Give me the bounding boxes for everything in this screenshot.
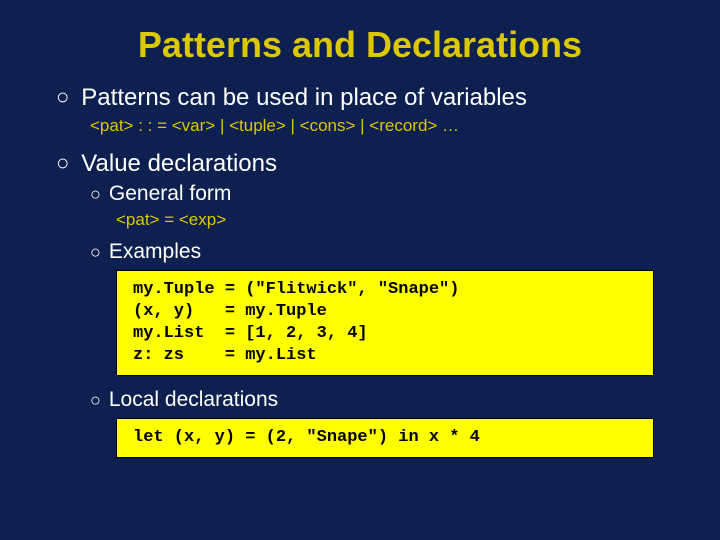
subbullet-general-form: ○ General form: [90, 182, 664, 206]
subbullet-text: General form: [109, 182, 232, 206]
code-local-decl-block: let (x, y) = (2, "Snape") in x * 4: [116, 418, 654, 458]
bullet-text: Value declarations: [81, 150, 277, 178]
slide-container: Patterns and Declarations ○ Patterns can…: [0, 0, 720, 494]
subbullet-text: Local declarations: [109, 388, 278, 412]
pattern-grammar-line: <pat> : : = <var> | <tuple> | <cons> | <…: [90, 116, 664, 136]
subbullet-local-declarations: ○ Local declarations: [90, 388, 664, 412]
bullet-marker-icon: ○: [90, 240, 101, 264]
bullet-marker-icon: ○: [56, 84, 69, 110]
bullet-text: Patterns can be used in place of variabl…: [81, 84, 527, 112]
general-form-grammar: <pat> = <exp>: [116, 210, 664, 230]
bullet-patterns-in-place: ○ Patterns can be used in place of varia…: [56, 84, 664, 112]
code-examples-block: my.Tuple = ("Flitwick", "Snape") (x, y) …: [116, 270, 654, 376]
bullet-marker-icon: ○: [90, 182, 101, 206]
subbullet-examples: ○ Examples: [90, 240, 664, 264]
bullet-marker-icon: ○: [56, 150, 69, 176]
subbullet-text: Examples: [109, 240, 201, 264]
slide-title: Patterns and Declarations: [56, 24, 664, 66]
bullet-marker-icon: ○: [90, 388, 101, 412]
bullet-value-declarations: ○ Value declarations: [56, 150, 664, 178]
